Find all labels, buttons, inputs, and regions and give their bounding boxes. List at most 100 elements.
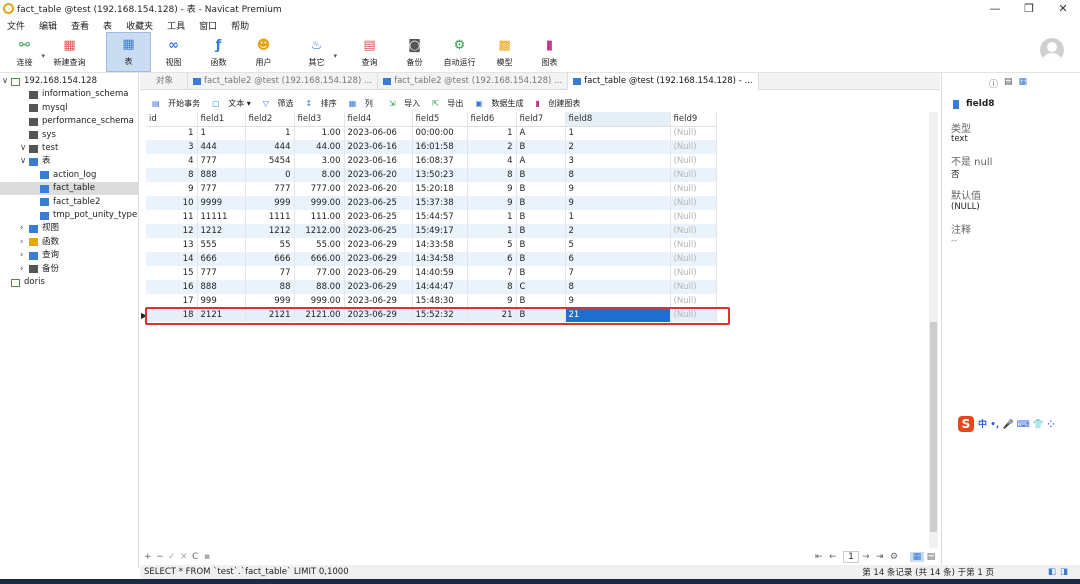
cell-field2[interactable]: 77 [245, 266, 295, 280]
cell-field9[interactable]: (Null) [670, 196, 717, 210]
refresh-button[interactable]: C [192, 552, 204, 562]
cell-id[interactable]: 12 [146, 224, 198, 238]
form-view-icon[interactable]: ▤ [924, 552, 938, 562]
last-page-button[interactable]: ⇥ [876, 552, 890, 562]
cell-field8[interactable]: 9 [565, 294, 671, 308]
minimize-button[interactable]: — [978, 0, 1012, 17]
table-row[interactable]: 17 999 999 999.00 2023-06-29 15:48:30 9 B 9 (Null… [146, 294, 717, 308]
maximize-button[interactable]: ❐ [1012, 0, 1046, 17]
tree-item-[interactable]: ∨ 表 [0, 155, 51, 168]
column-header-field2[interactable]: field2 [245, 112, 295, 127]
cell-field1[interactable]: 555 [197, 238, 246, 252]
cell-id[interactable]: 13 [146, 238, 198, 252]
cell-field5[interactable]: 16:01:58 [412, 140, 468, 154]
column-header-field3[interactable]: field3 [294, 112, 345, 127]
table-row[interactable]: 11 11111 1111 111.00 2023-06-25 15:44:57 1 B 1 (N… [146, 210, 717, 224]
apply-button[interactable]: ✓ [168, 552, 180, 562]
cell-id[interactable]: 10 [146, 196, 198, 210]
cell-id[interactable]: 8 [146, 168, 198, 182]
grid-info-icon[interactable]: ▦ [1019, 77, 1028, 90]
data-generation-button[interactable]: ▣ 数据生成 [469, 98, 523, 109]
cell-field6[interactable]: 2 [467, 140, 517, 154]
cell-field8[interactable]: 5 [565, 238, 671, 252]
toolbar-automation-button[interactable]: ⚙ 自动运行 [437, 32, 482, 72]
dropdown-caret-icon[interactable]: ▾ [41, 52, 45, 60]
cell-field9[interactable]: (Null) [670, 252, 717, 266]
layout-alt-icon[interactable]: ◨ [1060, 567, 1072, 577]
menu-window[interactable]: 窗口 [192, 19, 224, 32]
table-row[interactable]: 4 777 5454 3.00 2023-06-16 16:08:37 4 A 3 (Null) [146, 154, 717, 168]
first-page-button[interactable]: ⇤ [815, 552, 829, 562]
cell-field3[interactable]: 111.00 [294, 210, 345, 224]
stop-button[interactable]: ▪ [204, 552, 216, 562]
cell-field5[interactable]: 14:44:47 [412, 280, 468, 294]
toolbar-backup-button[interactable]: ◙ 备份 [392, 32, 437, 72]
cell-field3[interactable]: 999.00 [294, 294, 345, 308]
toolbar-model-button[interactable]: ▩ 模型 [482, 32, 527, 72]
cell-field1[interactable]: 888 [197, 168, 246, 182]
cell-field1[interactable]: 777 [197, 154, 246, 168]
cell-field6[interactable]: 6 [467, 252, 517, 266]
vertical-scrollbar[interactable] [929, 112, 938, 548]
cell-field1[interactable]: 888 [197, 280, 246, 294]
menu-view[interactable]: 查看 [64, 19, 96, 32]
cell-field6[interactable]: 9 [467, 182, 517, 196]
begin-transaction-button[interactable]: ▤ 开始事务 [146, 98, 200, 109]
cell-field3[interactable]: 777.00 [294, 182, 345, 196]
toolbar-query-button[interactable]: ▤ 查询 [347, 32, 392, 72]
toolbar-user-button[interactable]: ☻ 用户 [241, 32, 286, 72]
cell-field7[interactable]: B [516, 182, 566, 196]
export-button[interactable]: ⇱ 导出 [426, 98, 463, 109]
cell-field9[interactable]: (Null) [670, 224, 717, 238]
tree-item-192168154128[interactable]: ∨ 192.168.154.128 [0, 75, 97, 88]
cell-field7[interactable]: B [516, 266, 566, 280]
cell-field9[interactable]: (Null) [670, 210, 717, 224]
previous-page-button[interactable]: ← [829, 552, 843, 562]
cell-field9[interactable]: (Null) [670, 140, 717, 154]
cell-field2[interactable]: 55 [245, 238, 295, 252]
cell-id[interactable]: 1 [146, 126, 198, 140]
cell-field5[interactable]: 15:20:18 [412, 182, 468, 196]
tree-item-test[interactable]: ∨ test [0, 142, 58, 155]
cell-field9[interactable]: (Null) [670, 294, 717, 308]
cell-field6[interactable]: 1 [467, 210, 517, 224]
cell-field8[interactable]: 7 [565, 266, 671, 280]
column-header-field5[interactable]: field5 [412, 112, 468, 127]
cell-field1[interactable]: 444 [197, 140, 246, 154]
cell-field1[interactable]: 1212 [197, 224, 246, 238]
cell-field5[interactable]: 13:50:23 [412, 168, 468, 182]
cell-id[interactable]: 16 [146, 280, 198, 294]
cell-field3[interactable]: 666.00 [294, 252, 345, 266]
page-number-input[interactable]: 1 [843, 550, 859, 563]
expand-arrow-icon[interactable]: ∨ [2, 75, 11, 88]
tree-item-mysql[interactable]: mysql [0, 102, 68, 115]
columns-button[interactable]: ▦ 列 [343, 98, 373, 109]
cell-field9[interactable]: (Null) [670, 154, 717, 168]
cell-field7[interactable]: C [516, 280, 566, 294]
cell-field8[interactable]: 9 [565, 196, 671, 210]
cell-field7[interactable]: B [516, 294, 566, 308]
tree-item-sys[interactable]: sys [0, 129, 56, 142]
table-row[interactable]: 9 777 777 777.00 2023-06-20 15:20:18 9 B 9 (Null) [146, 182, 717, 196]
cell-field1[interactable]: 1 [197, 126, 246, 140]
toolbar-other-button[interactable]: ♨ 其它 ▾ [294, 32, 339, 72]
cell-id[interactable]: 4 [146, 154, 198, 168]
cell-id[interactable]: 14 [146, 252, 198, 266]
cell-id[interactable]: 17 [146, 294, 198, 308]
column-header-field1[interactable]: field1 [197, 112, 246, 127]
column-header-field6[interactable]: field6 [467, 112, 517, 127]
toolbar-connection-button[interactable]: ⚯ 连接 ▾ [2, 32, 47, 72]
cell-field3[interactable]: 8.00 [294, 168, 345, 182]
tree-item-doris[interactable]: doris [0, 276, 45, 289]
tree-item-fact_table2[interactable]: fact_table2 [0, 196, 100, 209]
cell-field1[interactable]: 9999 [197, 196, 246, 210]
cell-field3[interactable]: 44.00 [294, 140, 345, 154]
cell-field6[interactable]: 5 [467, 238, 517, 252]
tree-item-[interactable]: › 备份 [0, 263, 59, 276]
cell-field4[interactable]: 2023-06-25 [344, 196, 413, 210]
cell-field5[interactable]: 14:33:58 [412, 238, 468, 252]
column-header-id[interactable]: id [146, 112, 198, 127]
cell-field9[interactable]: (Null) [670, 266, 717, 280]
cell-field5[interactable]: 15:37:38 [412, 196, 468, 210]
cell-field7[interactable]: B [516, 140, 566, 154]
